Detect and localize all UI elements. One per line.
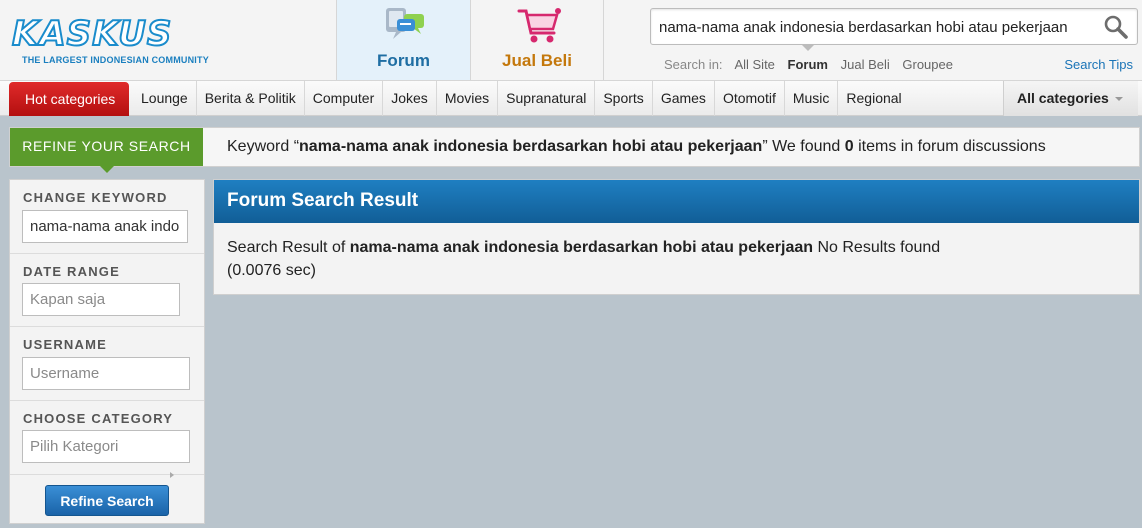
summary-prefix: Keyword “	[227, 138, 300, 155]
search-scope-all-site[interactable]: All Site	[734, 57, 774, 72]
username-title: USERNAME	[23, 337, 107, 352]
category-bar: Hot categories Lounge Berita & Politik C…	[0, 81, 1142, 116]
refine-summary-bar: REFINE YOUR SEARCH Keyword “nama-nama an…	[9, 127, 1140, 173]
all-categories-label: All categories	[1017, 90, 1109, 106]
tab-jual-beli-label: Jual Beli	[502, 51, 572, 70]
chevron-down-icon	[1114, 97, 1123, 102]
search-tips-link[interactable]: Search Tips	[1064, 57, 1133, 72]
category-computer[interactable]: Computer	[305, 81, 384, 116]
search-icon[interactable]	[1103, 14, 1129, 40]
summary-keyword: nama-nama anak indonesia berdasarkan hob…	[299, 138, 763, 155]
shopping-cart-icon	[517, 8, 561, 43]
category-otomotif[interactable]: Otomotif	[715, 81, 785, 116]
results-prefix: Search Result of	[227, 239, 350, 256]
choose-category-section: CHOOSE CATEGORY	[10, 401, 204, 475]
summary-middle: ” We found	[762, 138, 845, 155]
username-input[interactable]	[22, 357, 190, 390]
kaskus-logo[interactable]: KASKUS THE LARGEST INDONESIAN COMMUNITY	[11, 13, 232, 68]
chevron-right-icon	[170, 472, 174, 478]
category-music[interactable]: Music	[785, 81, 839, 116]
search-scope-jual-beli[interactable]: Jual Beli	[841, 57, 890, 72]
category-berita-politik[interactable]: Berita & Politik	[197, 81, 305, 116]
change-keyword-input[interactable]	[22, 210, 188, 243]
tab-jual-beli[interactable]: Jual Beli	[470, 0, 604, 80]
site-header: KASKUS THE LARGEST INDONESIAN COMMUNITY …	[0, 0, 1142, 81]
refine-search-button[interactable]: Refine Search	[45, 485, 169, 516]
refine-your-search-label: REFINE YOUR SEARCH	[10, 128, 203, 173]
username-section: USERNAME	[10, 327, 204, 401]
tab-forum-label: Forum	[377, 51, 430, 70]
refine-sidebar: CHANGE KEYWORD DATE RANGE USERNAME CHOOS…	[9, 179, 205, 524]
change-keyword-title: CHANGE KEYWORD	[23, 190, 168, 205]
category-jokes[interactable]: Jokes	[383, 81, 437, 116]
choose-category-title: CHOOSE CATEGORY	[23, 411, 174, 426]
results-message: Search Result of nama-nama anak indonesi…	[227, 236, 997, 282]
search-summary-text: Keyword “nama-nama anak indonesia berdas…	[227, 138, 1046, 156]
summary-count: 0	[844, 138, 854, 155]
date-range-section: DATE RANGE	[10, 254, 204, 327]
hot-categories-button[interactable]: Hot categories	[9, 82, 129, 116]
category-select[interactable]	[22, 430, 190, 463]
summary-suffix: items in forum discussions	[853, 138, 1046, 155]
change-keyword-section: CHANGE KEYWORD	[10, 180, 204, 254]
category-movies[interactable]: Movies	[437, 81, 499, 116]
search-scope-pointer	[802, 45, 814, 51]
category-list: Lounge Berita & Politik Computer Jokes M…	[133, 81, 910, 116]
search-scope-options: Search in: All Site Forum Jual Beli Grou…	[664, 57, 962, 72]
forum-chat-icon	[386, 8, 424, 39]
search-input[interactable]	[659, 15, 1099, 39]
results-title: Forum Search Result	[214, 180, 1139, 223]
all-categories-dropdown[interactable]: All categories	[1003, 81, 1138, 116]
forum-search-results: Forum Search Result Search Result of nam…	[213, 179, 1140, 295]
category-regional[interactable]: Regional	[838, 81, 909, 116]
search-scope-groupee[interactable]: Groupee	[902, 57, 953, 72]
logo-tagline: THE LARGEST INDONESIAN COMMUNITY	[22, 55, 209, 65]
tab-forum[interactable]: Forum	[336, 0, 470, 80]
logo-wordmark: KASKUS	[11, 13, 173, 55]
search-box	[650, 8, 1138, 45]
search-scope-forum[interactable]: Forum	[788, 57, 828, 72]
category-lounge[interactable]: Lounge	[133, 81, 197, 116]
category-games[interactable]: Games	[653, 81, 715, 116]
results-keyword: nama-nama anak indonesia berdasarkan hob…	[349, 239, 814, 256]
category-sports[interactable]: Sports	[595, 81, 653, 116]
search-in-label: Search in:	[664, 57, 723, 72]
date-range-title: DATE RANGE	[23, 264, 120, 279]
date-range-input[interactable]	[22, 283, 180, 316]
category-supranatural[interactable]: Supranatural	[498, 81, 596, 116]
